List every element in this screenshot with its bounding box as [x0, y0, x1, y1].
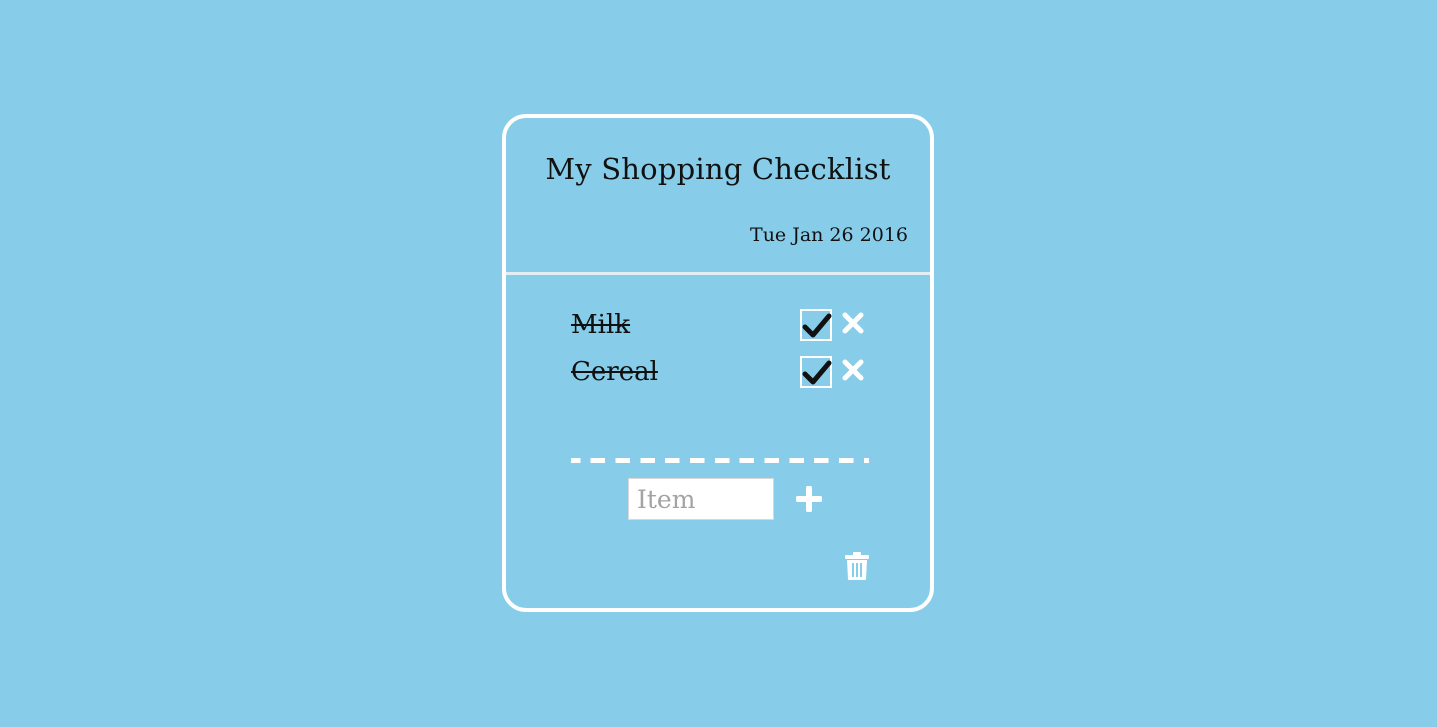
close-icon [842, 312, 864, 334]
page: My Shopping Checklist Tue Jan 26 2016 Mi… [0, 0, 1437, 727]
trash-icon [845, 552, 869, 580]
add-item-button[interactable] [795, 485, 823, 513]
checklist-card: My Shopping Checklist Tue Jan 26 2016 Mi… [502, 114, 934, 612]
close-icon [842, 359, 864, 381]
remove-item-button[interactable] [841, 311, 865, 335]
remove-item-button[interactable] [841, 358, 865, 382]
list-item: Milk [571, 309, 871, 344]
checklist-date: Tue Jan 26 2016 [750, 224, 908, 246]
list-item: Cereal [571, 356, 871, 391]
check-icon [802, 360, 832, 385]
check-icon [802, 313, 832, 338]
new-item-input[interactable] [628, 478, 774, 520]
clear-list-button[interactable] [844, 551, 870, 581]
header-divider [506, 272, 930, 275]
dashed-divider [571, 458, 869, 463]
checklist-title: My Shopping Checklist [545, 152, 891, 186]
item-checkbox[interactable] [800, 309, 832, 341]
item-label: Cereal [571, 357, 658, 387]
plus-icon [795, 485, 823, 513]
item-label: Milk [571, 310, 631, 340]
item-checkbox[interactable] [800, 356, 832, 388]
